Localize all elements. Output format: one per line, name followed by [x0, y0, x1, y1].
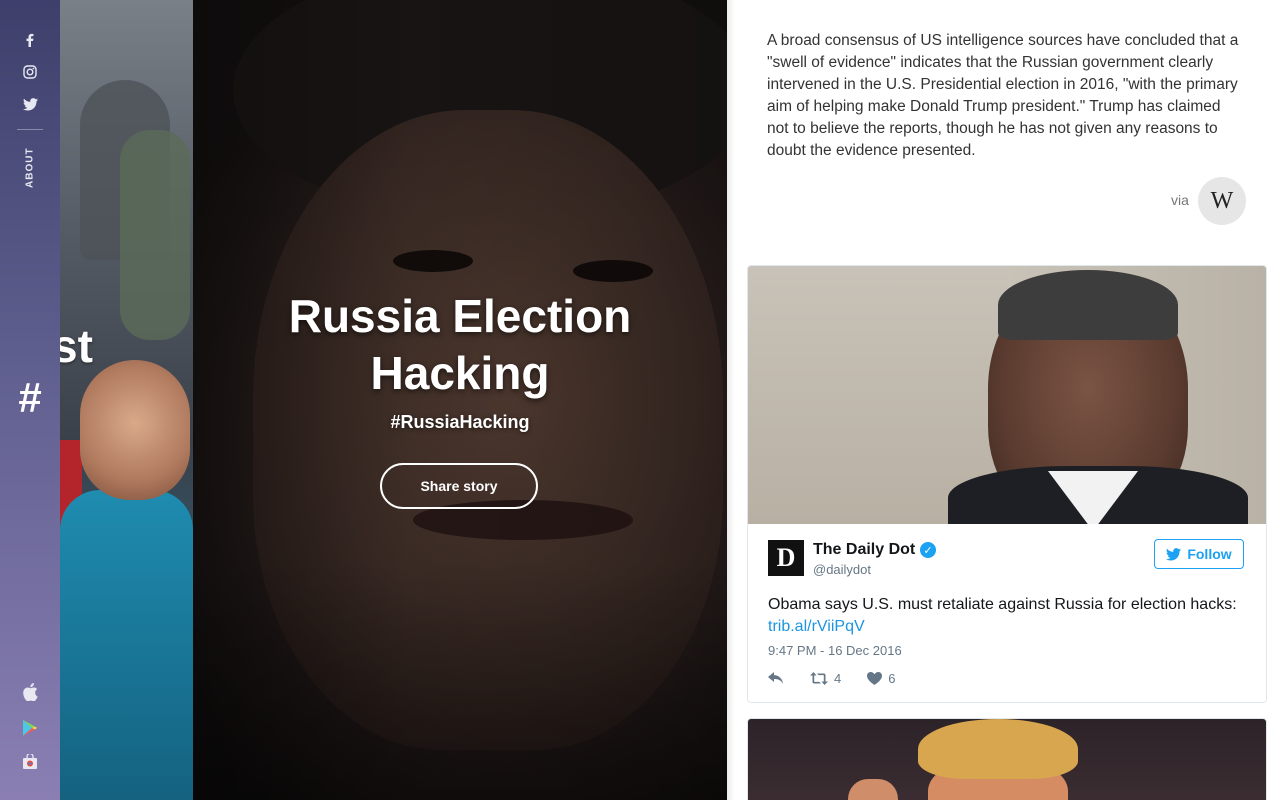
- retweet-count: 4: [834, 670, 842, 686]
- rail-divider: [17, 129, 43, 130]
- tweet-text: Obama says U.S. must retaliate against R…: [768, 594, 1248, 638]
- retweet-button[interactable]: 4: [810, 671, 841, 686]
- photo-hair: [918, 719, 1078, 779]
- child-face: [80, 360, 190, 500]
- tweet-timestamp[interactable]: 9:47 PM - 16 Dec 2016: [768, 643, 902, 658]
- like-button[interactable]: 6: [867, 671, 895, 686]
- side-rail: ABOUT #: [0, 0, 60, 800]
- chrome-store-icon[interactable]: [18, 750, 42, 774]
- previous-story-title: st: [60, 320, 93, 372]
- hero-story-panel: Russia Election Hacking #RussiaHacking S…: [193, 0, 727, 800]
- follow-label: Follow: [1187, 546, 1232, 562]
- hashtag-home-logo[interactable]: #: [12, 374, 48, 422]
- apple-icon[interactable]: [18, 680, 42, 704]
- tweet-author-name[interactable]: The Daily Dot: [813, 541, 915, 559]
- column-shadow: [727, 0, 735, 800]
- photo-hand: [848, 779, 898, 800]
- about-link[interactable]: ABOUT: [22, 148, 38, 189]
- previous-story-panel[interactable]: st: [60, 0, 193, 800]
- reply-button[interactable]: [768, 672, 784, 684]
- like-count: 6: [888, 670, 896, 686]
- google-play-icon[interactable]: [18, 716, 42, 740]
- embedded-tweet: D The Daily Dot ✓ @dailydot Follow Obama…: [747, 265, 1267, 703]
- tweet-author-avatar[interactable]: D: [768, 540, 804, 576]
- heart-icon: [867, 671, 883, 685]
- verified-badge-icon: ✓: [920, 542, 936, 558]
- follow-button[interactable]: Follow: [1154, 539, 1244, 569]
- story-content-column[interactable]: A broad consensus of US intelligence sou…: [727, 0, 1280, 800]
- tweet-image[interactable]: [748, 266, 1266, 524]
- reply-icon: [768, 672, 783, 684]
- twitter-bird-icon: [1166, 547, 1182, 560]
- retweet-icon: [810, 671, 828, 685]
- instagram-icon[interactable]: [18, 60, 42, 84]
- tweet-actions: 4 6: [768, 668, 921, 688]
- tweet-link[interactable]: trib.al/rViiPqV: [768, 618, 865, 635]
- photo-hair: [998, 270, 1178, 340]
- crowd-figure: [120, 130, 190, 340]
- share-story-button[interactable]: Share story: [380, 463, 538, 509]
- hero-bottom-fade: [193, 560, 727, 800]
- story-hashtag: #RussiaHacking: [390, 412, 530, 432]
- story-title: Russia Election Hacking: [288, 290, 632, 399]
- via-label: via: [1171, 192, 1189, 208]
- story-summary: A broad consensus of US intelligence sou…: [767, 32, 1239, 159]
- child-jacket: [60, 490, 193, 800]
- tweet-body: Obama says U.S. must retaliate against R…: [768, 596, 1237, 613]
- wikipedia-source-icon[interactable]: W: [1198, 177, 1246, 225]
- tweet-author-handle[interactable]: @dailydot: [813, 562, 871, 577]
- next-media-card[interactable]: [747, 718, 1267, 800]
- twitter-icon[interactable]: [18, 92, 42, 116]
- facebook-icon[interactable]: [18, 28, 42, 52]
